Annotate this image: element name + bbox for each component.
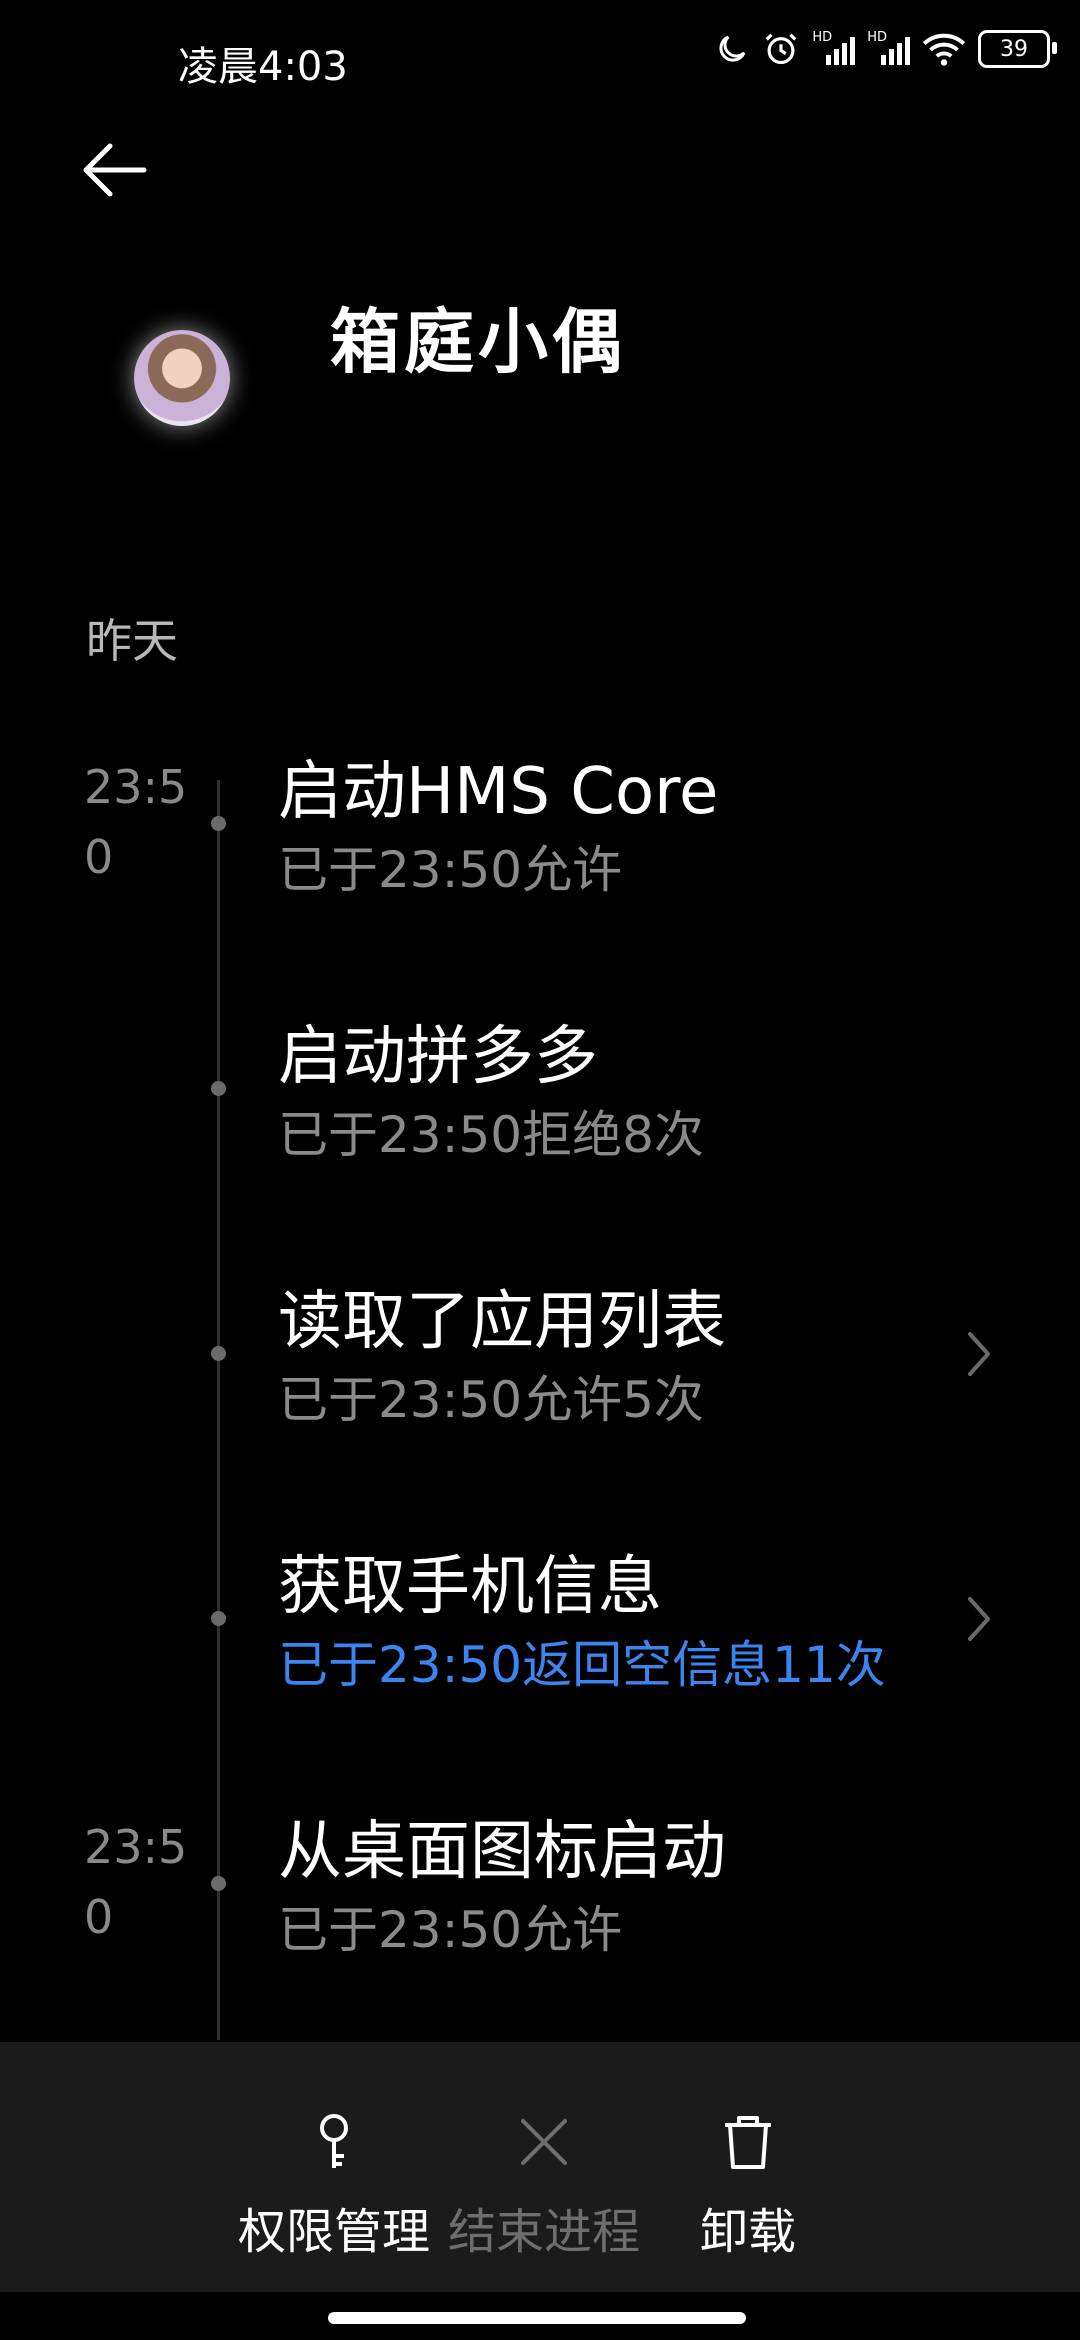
status-bar: 凌晨4:03 HD HD 39: [0, 0, 1080, 120]
timeline-dot: [211, 1611, 226, 1626]
status-icons: HD HD 39: [714, 29, 1057, 68]
chevron-right-icon: [968, 1332, 990, 1376]
chevron-right-icon: [968, 1597, 990, 1641]
entry-subtitle: 已于23:50允许5次: [278, 1371, 704, 1429]
entry-subtitle: 已于23:50允许: [278, 1901, 623, 1959]
section-date: 昨天: [86, 614, 178, 668]
app-name: 箱庭小偶: [330, 301, 626, 383]
trash-icon: [725, 2116, 771, 2169]
timeline-entry-permission-app-list[interactable]: 读取了应用列表 已于23:50允许5次: [0, 1282, 1080, 1502]
entry-time: 23:50: [84, 760, 188, 884]
moon-icon: [714, 31, 750, 67]
end-process-button[interactable]: 结束进程: [434, 2102, 654, 2262]
back-arrow-icon: [83, 143, 147, 197]
back-button[interactable]: [78, 138, 150, 202]
permissions-label: 权限管理: [237, 2204, 430, 2260]
uninstall-button[interactable]: 卸载: [638, 2102, 858, 2262]
home-indicator[interactable]: [328, 2312, 746, 2324]
permissions-button[interactable]: 权限管理: [224, 2102, 444, 2262]
timeline-entry: 23:50 从桌面图标启动 已于23:50允许: [0, 1812, 1080, 2032]
uninstall-label: 卸载: [699, 2204, 796, 2260]
timeline-dot: [211, 1876, 226, 1891]
wifi-icon: [922, 31, 966, 67]
entry-title: 读取了应用列表: [278, 1285, 726, 1359]
battery-indicator: 39: [978, 30, 1057, 68]
signal-icon-2: HD: [867, 29, 910, 65]
close-icon: [521, 2119, 567, 2165]
timeline-dot: [211, 1346, 226, 1361]
key-icon: [320, 2114, 348, 2168]
status-time: 凌晨4:03: [178, 44, 348, 90]
timeline-entry: 23:50 启动HMS Core 已于23:50允许: [0, 752, 1080, 972]
entry-title: 获取手机信息: [278, 1550, 662, 1624]
hd-label: HD: [867, 29, 887, 45]
timeline-entry-phone-info[interactable]: 获取手机信息 已于23:50返回空信息11次: [0, 1547, 1080, 1767]
entry-title: 启动拼多多: [278, 1020, 598, 1094]
bottom-action-bar: 权限管理 结束进程 卸载: [0, 2042, 1080, 2292]
entry-subtitle: 已于23:50返回空信息11次: [278, 1636, 886, 1694]
timeline-dot: [211, 1081, 226, 1096]
entry-subtitle: 已于23:50允许: [278, 841, 623, 899]
entry-title: 从桌面图标启动: [278, 1815, 726, 1889]
entry-subtitle: 已于23:50拒绝8次: [278, 1106, 704, 1164]
hd-label: HD: [812, 29, 833, 45]
timeline-entry: 启动拼多多 已于23:50拒绝8次: [0, 1017, 1080, 1237]
alarm-icon: [762, 30, 800, 68]
signal-icon-1: HD: [812, 29, 856, 65]
app-icon: [134, 330, 230, 426]
end-process-label: 结束进程: [447, 2204, 640, 2260]
timeline-dot: [211, 816, 226, 831]
entry-time: 23:50: [84, 1820, 188, 1944]
entry-title: 启动HMS Core: [278, 755, 719, 829]
